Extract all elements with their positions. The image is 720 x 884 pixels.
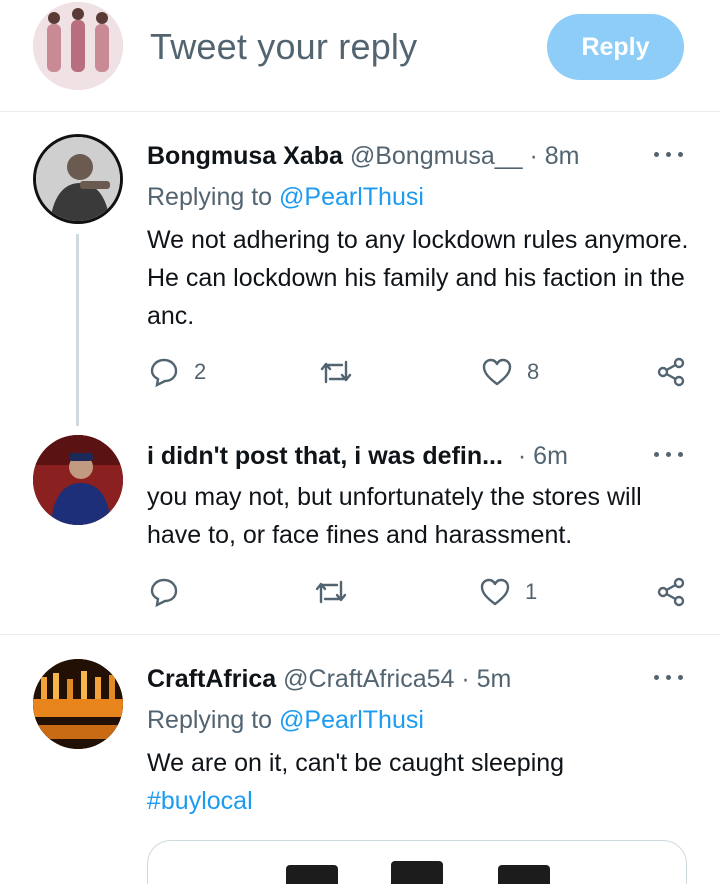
display-name[interactable]: CraftAfrica <box>147 665 276 693</box>
product-bottle-image <box>286 865 338 884</box>
like-icon <box>480 578 510 606</box>
retweet-icon <box>320 360 352 384</box>
tweet-header: i didn't post that, i was defin... · 6m <box>147 442 568 471</box>
avatar[interactable] <box>33 435 123 525</box>
share-icon <box>657 577 685 607</box>
product-bottle-image <box>391 861 443 884</box>
share-action[interactable] <box>655 576 687 608</box>
retweet-action[interactable] <box>313 576 349 608</box>
user-handle[interactable]: @Bongmusa__ <box>350 142 523 170</box>
like-icon <box>482 358 512 386</box>
tweet-text: We are on it, can't be caught sleeping #… <box>147 744 692 820</box>
like-count: 1 <box>525 579 538 604</box>
reply-input[interactable]: Tweet your reply <box>150 26 417 68</box>
like-action[interactable]: 1 <box>479 576 537 608</box>
replying-to-label: Replying to <box>147 706 273 734</box>
replying-to: Replying to @PearlThusi <box>147 183 424 212</box>
user-avatar[interactable] <box>33 2 123 90</box>
replying-to: Replying to @PearlThusi <box>147 706 424 735</box>
more-icon[interactable] <box>654 673 684 683</box>
reply-count: 2 <box>194 359 207 384</box>
tweet-text-line: We are on it, can't be caught sleeping <box>147 749 565 777</box>
display-name[interactable]: Bongmusa Xaba <box>147 142 343 170</box>
reply-action[interactable]: 2 <box>148 356 206 388</box>
product-bottle-image <box>498 865 550 884</box>
replying-to-label: Replying to <box>147 183 273 211</box>
like-action[interactable]: 8 <box>481 356 539 388</box>
thread-line <box>76 234 79 426</box>
tweet-actions: 1 <box>0 576 720 616</box>
like-count: 8 <box>527 359 540 384</box>
retweet-icon <box>315 580 347 604</box>
more-icon[interactable] <box>654 450 684 460</box>
tweet-header: CraftAfrica @CraftAfrica54 · 5m <box>147 665 511 694</box>
replying-to-handle[interactable]: @PearlThusi <box>279 183 424 211</box>
tweet[interactable]: i didn't post that, i was defin... · 6m … <box>0 420 720 635</box>
share-action[interactable] <box>655 356 687 388</box>
reply-icon <box>150 578 178 608</box>
reply-icon <box>150 358 178 388</box>
timestamp[interactable]: · 5m <box>461 665 511 693</box>
tweet-actions: 2 8 <box>0 356 720 396</box>
tweet-text: you may not, but unfortunately the store… <box>147 483 642 549</box>
timestamp[interactable]: · 6m <box>518 442 568 470</box>
tweet-text: We not adhering to any lockdown rules an… <box>147 226 689 330</box>
media-card[interactable] <box>147 840 687 884</box>
more-icon[interactable] <box>654 150 684 160</box>
retweet-action[interactable] <box>318 356 354 388</box>
tweet[interactable]: Bongmusa Xaba @Bongmusa__ · 8m Replying … <box>0 112 720 442</box>
reply-action[interactable] <box>148 576 180 608</box>
timestamp[interactable]: · 8m <box>530 142 580 170</box>
tweet-header: Bongmusa Xaba @Bongmusa__ · 8m <box>147 142 580 171</box>
reply-button[interactable]: Reply <box>547 14 684 80</box>
avatar[interactable] <box>33 134 123 224</box>
user-handle[interactable]: @CraftAfrica54 <box>283 665 454 693</box>
hashtag-link[interactable]: #buylocal <box>147 782 692 820</box>
display-name[interactable]: i didn't post that, i was defin... <box>147 442 503 470</box>
avatar[interactable] <box>33 659 123 749</box>
share-icon <box>657 357 685 387</box>
replying-to-handle[interactable]: @PearlThusi <box>279 706 424 734</box>
reply-composer: Tweet your reply Reply <box>0 0 720 112</box>
